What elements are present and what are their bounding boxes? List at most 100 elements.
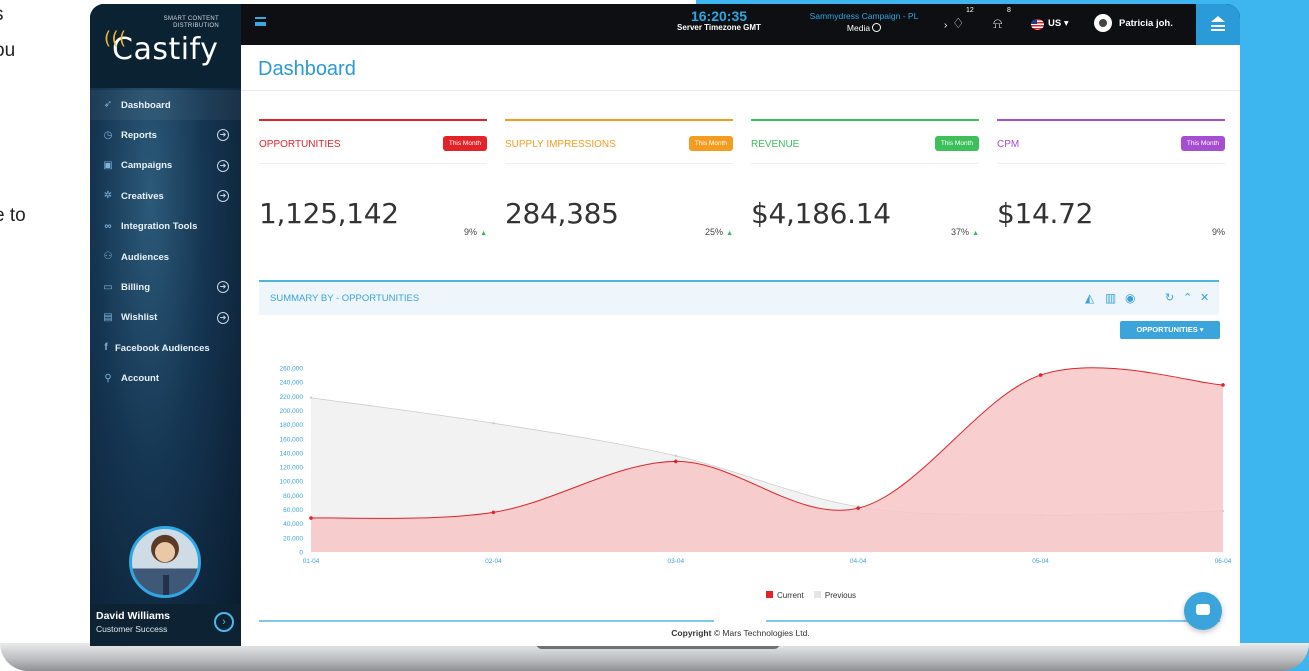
clock-time: 16:20:35 bbox=[690, 8, 748, 24]
sidebar-item-dashboard[interactable]: ➶ Dashboard bbox=[90, 90, 241, 121]
legend-swatch bbox=[766, 591, 773, 598]
card-title: REVENUE bbox=[751, 139, 800, 150]
pie-chart-icon[interactable]: ◉ bbox=[1125, 291, 1135, 305]
y-tick-label: 100,000 bbox=[280, 479, 304, 486]
sidebar-item-label: Campaigns bbox=[121, 160, 173, 172]
us-flag-icon bbox=[1031, 19, 1044, 30]
sidebar-item-integration-tools[interactable]: ∞ Integration Tools bbox=[90, 212, 241, 242]
expand-icon[interactable]: ➜ bbox=[217, 159, 229, 172]
trend-up-icon: ▲ bbox=[480, 230, 487, 237]
card-accent-bar bbox=[751, 119, 979, 121]
sidebar-item-label: Facebook Audiences bbox=[115, 342, 210, 354]
menu-icon[interactable] bbox=[255, 17, 266, 26]
brand-tagline-line: SMART CONTENT bbox=[163, 16, 219, 22]
expand-icon[interactable]: ➜ bbox=[217, 311, 229, 324]
sidebar-item-label: Audiences bbox=[121, 251, 170, 263]
bell-icon[interactable]: ⍾ bbox=[993, 15, 1002, 32]
sidebar-item-facebook-audiences[interactable]: f Facebook Audiences bbox=[90, 333, 241, 363]
data-point-current bbox=[1221, 383, 1225, 387]
sidebar-item-campaigns[interactable]: ▣ Campaigns ➜ bbox=[90, 151, 241, 181]
castify-logo[interactable]: ((( Castify bbox=[104, 28, 219, 67]
refresh-icon[interactable]: ↻ bbox=[1165, 291, 1174, 304]
sidebar-item-audiences[interactable]: ⚇ Audiences bbox=[90, 242, 241, 272]
card-change: 9% ▲ bbox=[464, 227, 487, 237]
y-tick-label: 40,000 bbox=[283, 521, 303, 528]
users-icon: ⚇ bbox=[103, 251, 113, 263]
notification-badge: 8 bbox=[1007, 7, 1011, 14]
y-tick-label: 260,000 bbox=[280, 366, 304, 373]
y-tick-label: 200,000 bbox=[280, 408, 304, 415]
fragment-line: e to bbox=[0, 205, 26, 226]
clock-icon: ◷ bbox=[103, 129, 113, 141]
clock-timezone: Server Timezone GMT bbox=[677, 23, 761, 32]
sidebar-item-label: Reports bbox=[121, 130, 157, 142]
card-accent-bar bbox=[259, 119, 487, 121]
sidebar-item-creatives[interactable]: ✲ Creatives ➜ bbox=[90, 181, 241, 211]
chart-legend: Current Previous bbox=[766, 591, 856, 600]
chat-icon[interactable] bbox=[1184, 592, 1222, 630]
chevron-right-icon[interactable]: › bbox=[214, 612, 234, 632]
card-value: 284,385 bbox=[505, 197, 619, 230]
kpi-card-cpm: CPM This Month $14.72 9% bbox=[997, 119, 1225, 249]
backdrop-text-fragment: s ou e to bbox=[0, 0, 90, 671]
avatar[interactable] bbox=[129, 526, 201, 598]
card-accent-bar bbox=[997, 119, 1225, 121]
rocket-icon: ➶ bbox=[103, 99, 113, 111]
period-badge[interactable]: This Month bbox=[442, 136, 487, 151]
lightbulb-icon[interactable]: ♢ bbox=[952, 15, 965, 32]
metric-dropdown[interactable]: OPPORTUNITIES ▾ bbox=[1120, 321, 1220, 339]
legend-label: Current bbox=[777, 591, 804, 600]
legend-item-current[interactable]: Current bbox=[766, 591, 804, 600]
period-badge[interactable]: This Month bbox=[1180, 136, 1225, 151]
kpi-card-opportunities: OPPORTUNITIES This Month 1,125,142 9% ▲ bbox=[259, 119, 487, 249]
x-tick-label: 04-04 bbox=[850, 558, 867, 565]
sidebar-item-account[interactable]: ⚲ Account bbox=[90, 364, 241, 394]
copyright-text: © Mars Technologies Ltd. bbox=[713, 628, 810, 638]
change-value: 37% bbox=[951, 227, 970, 237]
home-icon[interactable] bbox=[1196, 4, 1240, 45]
card-title: OPPORTUNITIES bbox=[259, 139, 341, 150]
summary-panel-header: SUMMARY BY - OPPORTUNITIES ◭ ▥ ◉ ↻ ⌃ ✕ bbox=[259, 280, 1219, 315]
chevron-right-icon[interactable]: › bbox=[944, 20, 947, 31]
legend-item-previous[interactable]: Previous bbox=[813, 591, 856, 600]
x-tick-label: 05-04 bbox=[1032, 558, 1049, 565]
card-value: 1,125,142 bbox=[259, 197, 399, 230]
y-tick-label: 160,000 bbox=[280, 436, 304, 443]
sidebar-item-reports[interactable]: ◷ Reports ➜ bbox=[90, 120, 241, 150]
collapse-icon[interactable]: ⌃ bbox=[1183, 291, 1192, 304]
user-avatar-icon[interactable] bbox=[1094, 14, 1112, 32]
user-menu[interactable]: Patricia joh. bbox=[1119, 18, 1173, 29]
sidebar-item-wishlist[interactable]: ▤ Wishlist ➜ bbox=[90, 303, 241, 333]
expand-icon[interactable]: ➜ bbox=[217, 190, 229, 203]
period-badge[interactable]: This Month bbox=[688, 136, 733, 151]
brand-name: Castify bbox=[112, 32, 219, 67]
area-chart-icon[interactable]: ◭ bbox=[1085, 291, 1094, 305]
sidebar-item-billing[interactable]: ▭ Billing ➜ bbox=[90, 272, 241, 302]
card-change: 9% bbox=[1212, 227, 1225, 237]
laptop-screen: SMART CONTENT DISTRIBUTION ((( Castify ➶… bbox=[90, 4, 1240, 646]
campaign-selector[interactable]: Sammydress Campaign - PL Media bbox=[799, 11, 929, 33]
close-icon[interactable]: ✕ bbox=[1200, 291, 1209, 304]
sidebar-item-label: Creatives bbox=[121, 190, 164, 202]
data-point-previous bbox=[309, 396, 313, 399]
media-toggle[interactable]: Media bbox=[799, 23, 929, 33]
expand-icon[interactable]: ➜ bbox=[217, 281, 229, 294]
radio-icon bbox=[872, 23, 882, 32]
summary-title: SUMMARY BY - OPPORTUNITIES bbox=[270, 293, 420, 304]
period-badge[interactable]: This Month bbox=[934, 136, 979, 151]
data-point-current bbox=[491, 510, 496, 515]
data-point-previous bbox=[674, 454, 677, 457]
calendar-icon: ▣ bbox=[103, 159, 113, 171]
divider bbox=[997, 163, 1225, 164]
brand-header: SMART CONTENT DISTRIBUTION ((( Castify bbox=[90, 4, 241, 88]
kpi-card-supply-impressions: SUPPLY IMPRESSIONS This Month 284,385 25… bbox=[505, 119, 733, 249]
bar-chart-icon[interactable]: ▥ bbox=[1105, 291, 1116, 305]
language-selector[interactable]: US ▾ bbox=[1048, 18, 1069, 29]
expand-icon[interactable]: ➜ bbox=[217, 129, 229, 142]
legend-swatch bbox=[813, 591, 821, 598]
change-value: 9% bbox=[464, 227, 478, 237]
sidebar-item-label: Billing bbox=[121, 282, 151, 294]
card-change: 37% ▲ bbox=[951, 227, 979, 237]
y-tick-label: 180,000 bbox=[280, 422, 304, 429]
y-tick-label: 220,000 bbox=[280, 394, 304, 401]
